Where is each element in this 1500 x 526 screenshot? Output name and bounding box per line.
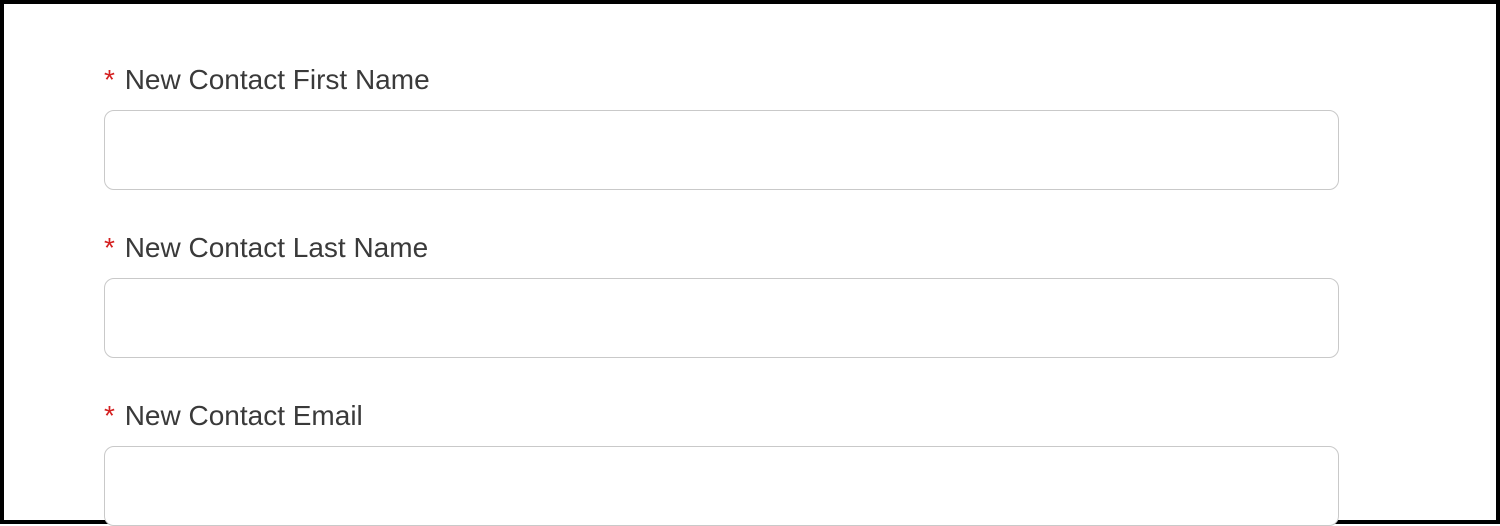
form-group-last-name: * New Contact Last Name xyxy=(104,232,1396,358)
last-name-label-text: New Contact Last Name xyxy=(125,232,428,263)
first-name-label-text: New Contact First Name xyxy=(125,64,430,95)
email-label-text: New Contact Email xyxy=(125,400,363,431)
form-group-email: * New Contact Email xyxy=(104,400,1396,526)
first-name-input[interactable] xyxy=(104,110,1339,190)
first-name-label: * New Contact First Name xyxy=(104,64,1396,96)
last-name-label: * New Contact Last Name xyxy=(104,232,1396,264)
last-name-input[interactable] xyxy=(104,278,1339,358)
required-asterisk-icon: * xyxy=(104,400,115,431)
email-label: * New Contact Email xyxy=(104,400,1396,432)
required-asterisk-icon: * xyxy=(104,232,115,263)
new-contact-form: * New Contact First Name * New Contact L… xyxy=(104,64,1396,526)
email-input[interactable] xyxy=(104,446,1339,526)
form-group-first-name: * New Contact First Name xyxy=(104,64,1396,190)
required-asterisk-icon: * xyxy=(104,64,115,95)
